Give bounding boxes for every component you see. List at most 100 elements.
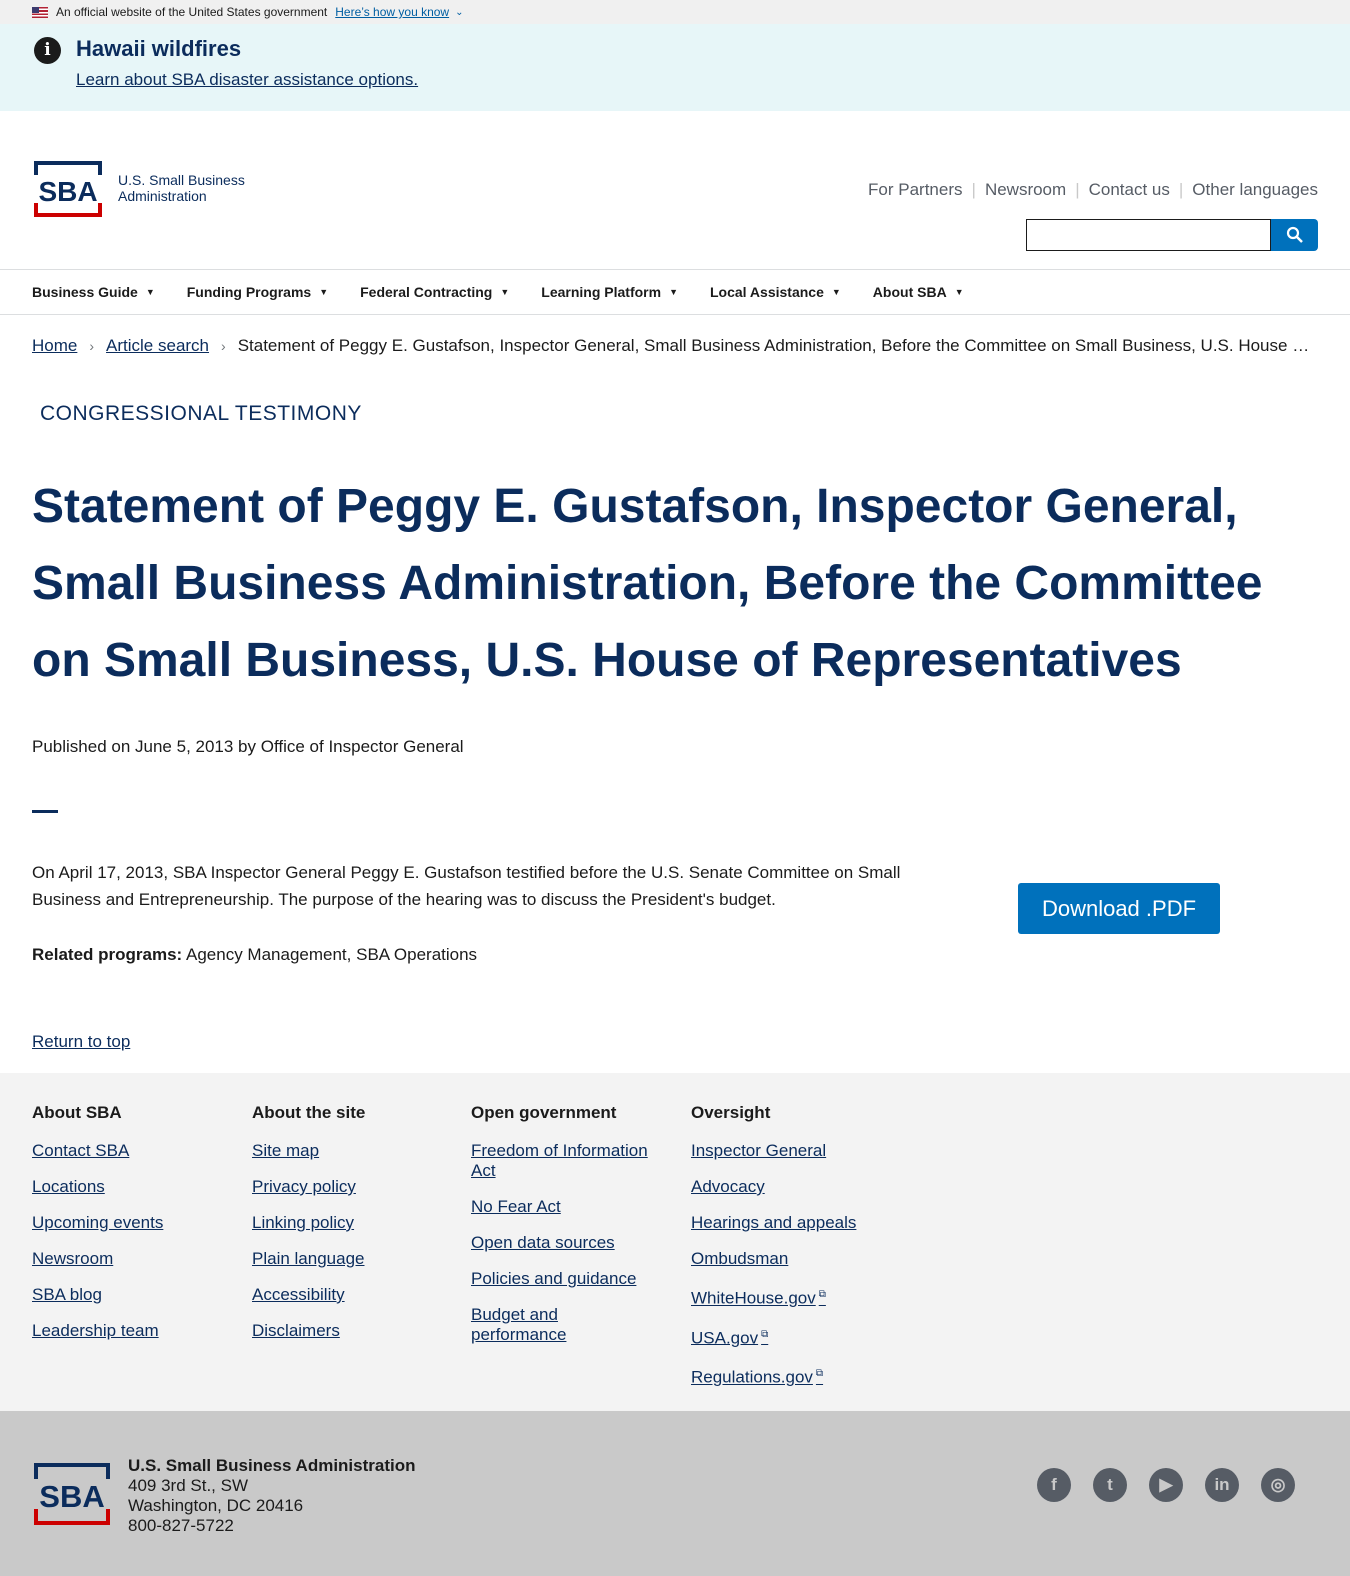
footer-link[interactable]: Freedom of Information Act: [471, 1141, 666, 1181]
nav-label: Learning Platform: [541, 284, 662, 300]
nav-learning-platform[interactable]: Learning Platform ▼: [541, 284, 678, 300]
search-form: [1026, 219, 1318, 251]
social-links: f t ▶ in ◎: [1037, 1468, 1317, 1502]
footer-link[interactable]: Newsroom: [32, 1249, 232, 1269]
chevron-down-icon: ▼: [831, 287, 841, 297]
footer-phone: 800-827-5722: [128, 1516, 234, 1535]
article-body: On April 17, 2013, SBA Inspector General…: [32, 863, 901, 909]
logo-text-line2: Administration: [118, 188, 207, 204]
svg-text:SBA: SBA: [39, 1479, 104, 1514]
breadcrumb-home[interactable]: Home: [32, 336, 77, 356]
search-button[interactable]: [1271, 219, 1318, 251]
chevron-down-icon: ▼: [500, 287, 510, 297]
footer-col-title: Open government: [471, 1103, 617, 1122]
footer-link[interactable]: Hearings and appeals: [691, 1213, 891, 1233]
footer-link[interactable]: Budget and performance: [471, 1305, 581, 1345]
download-pdf-button[interactable]: Download .PDF: [1018, 883, 1220, 934]
nav-local-assistance[interactable]: Local Assistance ▼: [710, 284, 841, 300]
footer-link-label: WhiteHouse.gov: [691, 1288, 816, 1308]
divider: [32, 810, 58, 813]
nav-about-sba[interactable]: About SBA ▼: [873, 284, 964, 300]
footer-link[interactable]: Upcoming events: [32, 1213, 232, 1233]
wildfire-alert: i Hawaii wildfires Learn about SBA disas…: [0, 24, 1350, 111]
alert-title: Hawaii wildfires: [76, 36, 242, 61]
chevron-down-icon: ▼: [954, 287, 964, 297]
breadcrumb-article-search[interactable]: Article search: [106, 336, 209, 356]
twitter-icon[interactable]: t: [1093, 1468, 1127, 1502]
footer-link[interactable]: Ombudsman: [691, 1249, 891, 1269]
footer-link-external[interactable]: USA.gov ⧉: [691, 1325, 891, 1349]
newsroom-link[interactable]: Newsroom: [985, 180, 1066, 200]
return-to-top-link[interactable]: Return to top: [32, 1032, 130, 1052]
footer-col-title: Oversight: [691, 1103, 771, 1122]
nav-label: About SBA: [872, 284, 947, 300]
sba-logo[interactable]: SBA: [32, 161, 104, 217]
info-icon: i: [34, 37, 61, 64]
youtube-icon[interactable]: ▶: [1149, 1468, 1183, 1502]
footer-address-line2: Washington, DC 20416: [128, 1496, 304, 1515]
footer-link[interactable]: Policies and guidance: [471, 1269, 666, 1289]
footer-link[interactable]: Disclaimers: [252, 1321, 452, 1341]
footer-link-external[interactable]: Regulations.gov ⧉: [691, 1364, 891, 1388]
nav-business-guide[interactable]: Business Guide ▼: [32, 284, 155, 300]
search-icon: [1286, 226, 1303, 243]
other-languages-link[interactable]: Other languages: [1192, 180, 1318, 200]
facebook-icon[interactable]: f: [1037, 1468, 1071, 1502]
footer-address-line1: 409 3rd St., SW: [128, 1476, 248, 1495]
gov-banner-text: An official website of the United States…: [56, 5, 328, 19]
footer-link[interactable]: Inspector General: [691, 1141, 891, 1161]
instagram-icon[interactable]: ◎: [1261, 1468, 1295, 1502]
nav-label: Local Assistance: [710, 284, 824, 300]
footer-link[interactable]: Advocacy: [691, 1177, 891, 1197]
footer-link[interactable]: Site map: [252, 1141, 452, 1161]
footer-link-external[interactable]: WhiteHouse.gov ⧉: [691, 1285, 891, 1309]
chevron-down-icon: ▼: [145, 287, 155, 297]
heres-how-you-know-link[interactable]: Here’s how you know: [335, 5, 449, 19]
contact-us-link[interactable]: Contact us: [1089, 180, 1170, 200]
us-flag-icon: [32, 6, 48, 18]
external-link-icon: ⧉: [815, 1368, 824, 1380]
footer-address: U.S. Small Business Administration 409 3…: [128, 1456, 416, 1536]
main-nav: Business Guide ▼ Funding Programs ▼ Federa…: [0, 269, 1350, 315]
logo-text[interactable]: U.S. Small Business Administration: [118, 172, 245, 204]
related-programs-label: Related programs:: [32, 945, 183, 964]
alert-link[interactable]: Learn about SBA disaster assistance opti…: [76, 70, 418, 90]
footer-link-label: Regulations.gov: [691, 1367, 813, 1387]
breadcrumb-current: Statement of Peggy E. Gustafson, Inspect…: [237, 336, 1314, 355]
footer-col-about-site: About the site Site map Privacy policy L…: [252, 1103, 452, 1357]
separator: |: [971, 180, 976, 199]
footer-link[interactable]: Contact SBA: [32, 1141, 232, 1161]
nav-federal-contracting[interactable]: Federal Contracting ▼: [360, 284, 509, 300]
page-title: Statement of Peggy E. Gustafson, Inspect…: [32, 480, 1263, 687]
footer-org-name: U.S. Small Business Administration: [128, 1456, 416, 1475]
footer-link[interactable]: Privacy policy: [252, 1177, 452, 1197]
external-link-icon: ⧉: [761, 1328, 769, 1340]
nav-funding-programs[interactable]: Funding Programs ▼: [187, 284, 328, 300]
footer-col-title: About SBA: [32, 1103, 122, 1122]
nav-label: Business Guide: [32, 284, 138, 300]
chevron-down-icon: ▼: [319, 287, 329, 297]
footer-link[interactable]: Open data sources: [471, 1233, 666, 1253]
external-link-icon: ⧉: [818, 1289, 826, 1300]
search-input[interactable]: [1026, 219, 1271, 251]
footer-bottom: SBA U.S. Small Business Administration 4…: [0, 1411, 1350, 1576]
footer-link[interactable]: SBA blog: [32, 1285, 232, 1305]
footer-link[interactable]: No Fear Act: [471, 1197, 666, 1217]
nav-label: Federal Contracting: [360, 284, 493, 300]
chevron-down-icon: ▼: [669, 287, 678, 297]
footer-link[interactable]: Leadership team: [32, 1321, 232, 1341]
footer-col-about-sba: About SBA Contact SBA Locations Upcoming…: [32, 1103, 232, 1357]
sba-logo-footer[interactable]: SBA: [32, 1463, 112, 1525]
footer-link[interactable]: Plain language: [252, 1249, 452, 1269]
article-category: CONGRESSIONAL TESTIMONY: [40, 402, 362, 425]
logo-text-line1: U.S. Small Business: [118, 172, 245, 188]
related-programs-value: Agency Management, SBA Operations: [186, 945, 478, 964]
separator: |: [1178, 180, 1184, 199]
nav-label: Funding Programs: [186, 284, 312, 300]
for-partners-link[interactable]: For Partners: [868, 180, 962, 200]
footer-link[interactable]: Linking policy: [252, 1213, 452, 1233]
footer-col-open-government: Open government Freedom of Information A…: [471, 1103, 666, 1361]
footer-link[interactable]: Accessibility: [252, 1285, 452, 1305]
footer-link[interactable]: Locations: [32, 1177, 232, 1197]
linkedin-icon[interactable]: in: [1205, 1468, 1239, 1502]
